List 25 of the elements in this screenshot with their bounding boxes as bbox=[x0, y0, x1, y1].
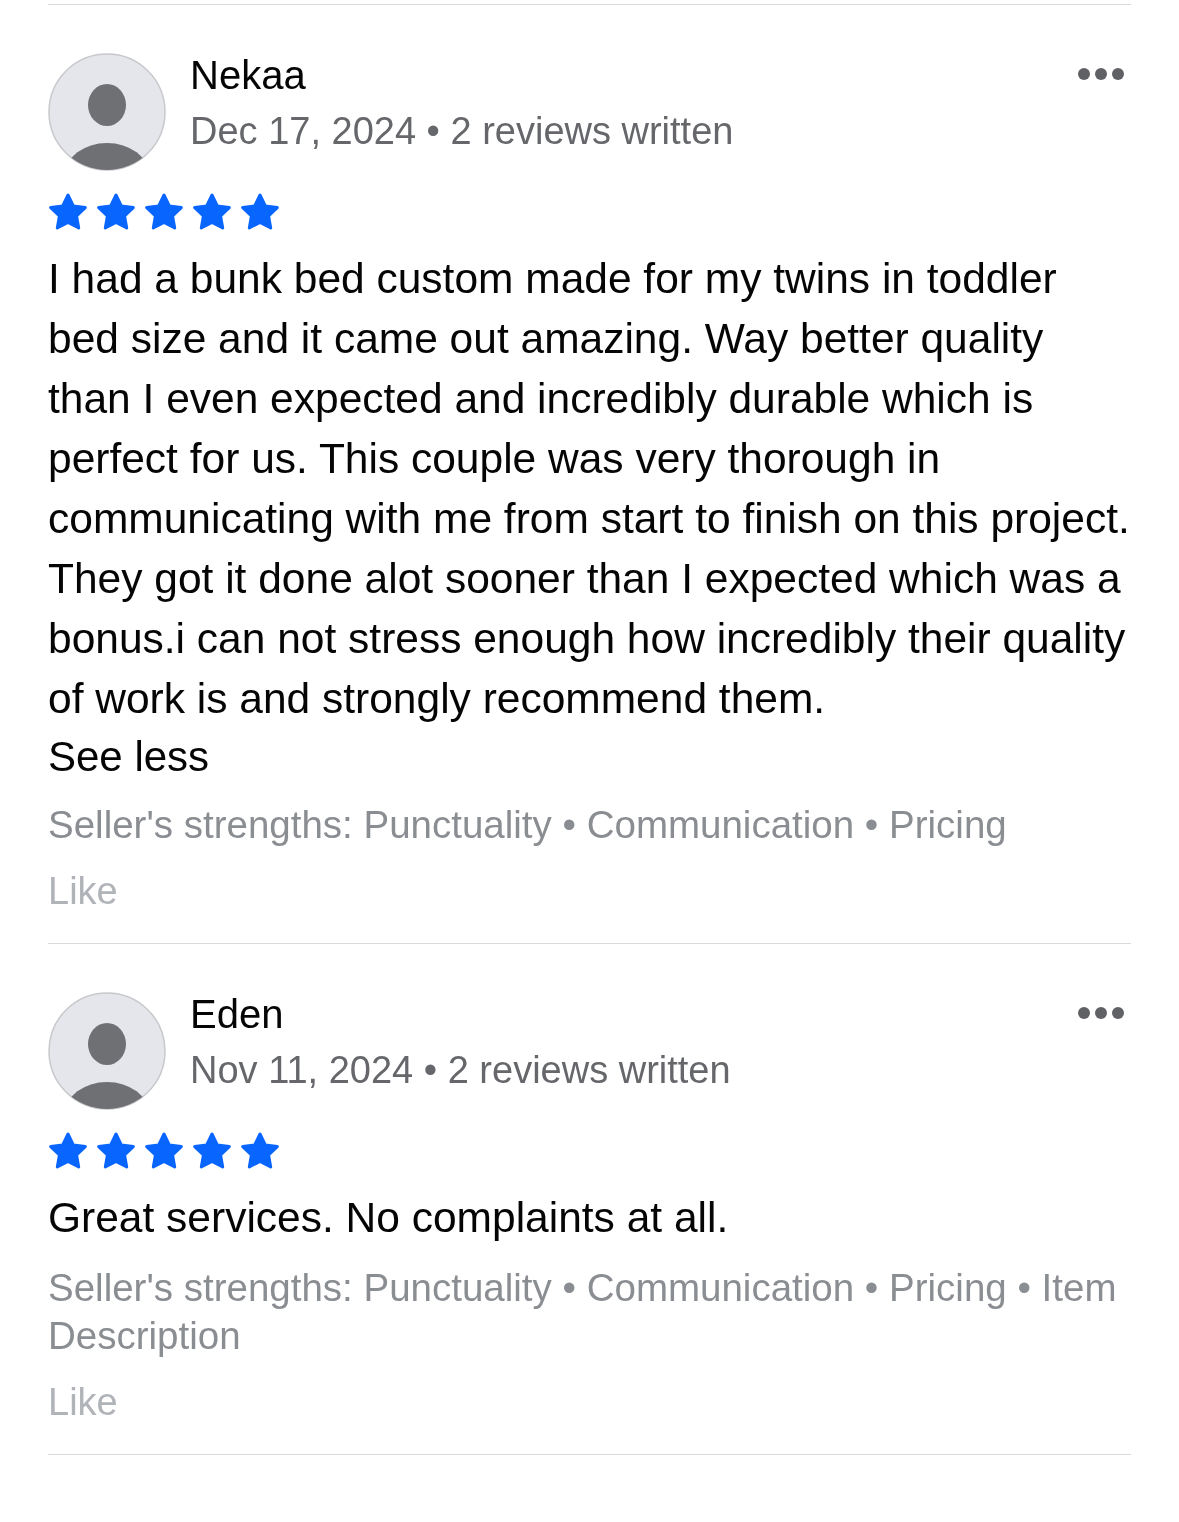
star-icon bbox=[96, 193, 136, 231]
avatar-icon bbox=[48, 53, 166, 171]
like-button[interactable]: Like bbox=[48, 869, 118, 913]
review-meta: Dec 17, 2024 • 2 reviews written bbox=[190, 109, 734, 153]
seller-strengths: Seller's strengths: Punctuality • Communication • Pricing • Item Description bbox=[48, 1265, 1118, 1359]
star-icon bbox=[144, 1132, 184, 1170]
star-icon bbox=[48, 193, 88, 231]
star-icon bbox=[144, 193, 184, 231]
star-icon bbox=[96, 1132, 136, 1170]
star-icon bbox=[240, 1132, 280, 1170]
more-options-icon[interactable] bbox=[1077, 1006, 1125, 1020]
seller-strengths: Seller's strengths: Punctuality • Communication • Pricing bbox=[48, 802, 1008, 848]
star-icon bbox=[192, 193, 232, 231]
review-text: I had a bunk bed custom made for my twins in toddler bed size and it came out amazing. Way better quality than I even expected and incredibly durable which is perfect for us. This couple was very thorough in communicating with me from start to finish on this project. They got it done alot sooner than I expected which was a bonus.i can not stress enough how incredibly their quality of work is and strongly recommend them. bbox=[48, 254, 1131, 724]
review-text: Great services. No complaints at all. bbox=[48, 1193, 730, 1243]
star-icon bbox=[192, 1132, 232, 1170]
star-icon bbox=[240, 193, 280, 231]
see-less-link[interactable]: See less bbox=[48, 729, 210, 785]
like-button[interactable]: Like bbox=[48, 1380, 118, 1424]
star-icon bbox=[48, 1132, 88, 1170]
more-options-icon[interactable] bbox=[1077, 67, 1125, 81]
reviewer-name: Nekaa bbox=[190, 53, 307, 97]
avatar-icon bbox=[48, 992, 166, 1110]
review-meta: Nov 11, 2024 • 2 reviews written bbox=[190, 1048, 731, 1092]
reviewer-name: Eden bbox=[190, 992, 285, 1036]
